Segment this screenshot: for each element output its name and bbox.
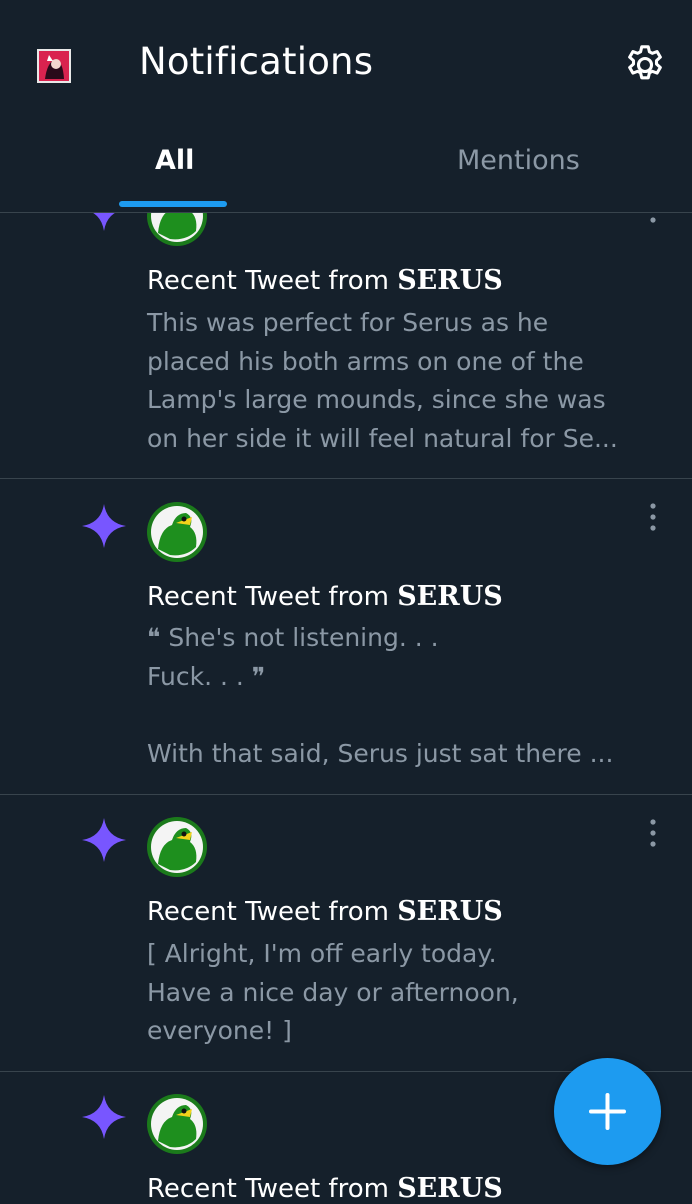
compose-button[interactable]: [554, 1058, 661, 1165]
top-app-bar: Notifications All Mentions: [0, 0, 692, 213]
gear-icon[interactable]: [622, 42, 668, 88]
notification-item[interactable]: Recent Tweet from SERUS ❝ She's not list…: [0, 479, 692, 795]
author-name[interactable]: SERUS: [397, 581, 503, 612]
profile-avatar[interactable]: [37, 49, 71, 83]
author-name[interactable]: SERUS: [397, 1173, 503, 1204]
notification-item[interactable]: Recent Tweet from SERUS [ Alright, I'm o…: [0, 795, 692, 1072]
plus-icon: [589, 1093, 626, 1130]
page-title: Notifications: [139, 40, 374, 83]
more-vertical-icon[interactable]: [642, 502, 664, 532]
sparkle-star-icon: [82, 1095, 126, 1139]
avatar[interactable]: [146, 1093, 208, 1155]
notification-headline: Recent Tweet from SERUS: [147, 1173, 503, 1204]
notification-headline: Recent Tweet from SERUS: [147, 896, 503, 927]
active-tab-indicator: [119, 201, 227, 207]
avatar[interactable]: [146, 501, 208, 563]
sparkle-star-icon: [82, 504, 126, 548]
tweet-preview: ❝ She's not listening. . . Fuck. . . ❞ W…: [147, 623, 614, 768]
more-vertical-icon[interactable]: [642, 818, 664, 848]
author-name[interactable]: SERUS: [397, 896, 503, 927]
headline-prefix: Recent Tweet from: [147, 582, 398, 612]
notification-headline: Recent Tweet from SERUS: [147, 581, 503, 612]
headline-prefix: Recent Tweet from: [147, 266, 398, 296]
tab-mentions[interactable]: Mentions: [457, 145, 580, 176]
sparkle-star-icon: [82, 818, 126, 862]
tab-all[interactable]: All: [155, 145, 194, 176]
tweet-preview: [ Alright, I'm off early today. Have a n…: [147, 939, 519, 1045]
avatar[interactable]: [146, 816, 208, 878]
author-name[interactable]: SERUS: [397, 265, 503, 296]
tweet-preview: This was perfect for Serus as he placed …: [147, 308, 618, 453]
notification-headline: Recent Tweet from SERUS: [147, 265, 503, 296]
headline-prefix: Recent Tweet from: [147, 897, 398, 927]
